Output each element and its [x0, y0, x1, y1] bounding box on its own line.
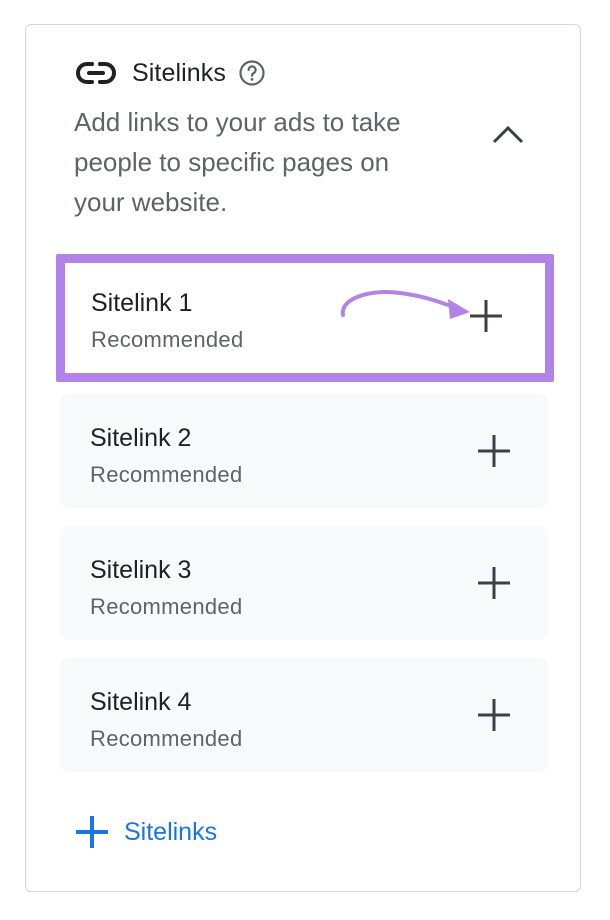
panel-description: Add links to your ads to take people to … [74, 107, 401, 217]
sitelink-name: Sitelink 1 [91, 289, 193, 317]
chevron-up-icon [492, 125, 524, 144]
sitelink-status: Recommended [90, 594, 243, 619]
collapse-button[interactable] [484, 112, 532, 156]
sitelink-item-3[interactable]: Sitelink 3 Recommended [60, 526, 548, 640]
plus-icon [478, 567, 510, 599]
help-icon[interactable] [238, 59, 266, 87]
sitelink-status: Recommended [91, 327, 244, 352]
sitelink-item-4[interactable]: Sitelink 4 Recommended [60, 658, 548, 772]
sitelink-name: Sitelink 2 [90, 424, 192, 452]
add-sitelink-4-button[interactable] [474, 695, 514, 735]
sitelink-name: Sitelink 3 [90, 556, 192, 584]
arrow-annotation [340, 290, 470, 319]
sitelink-item-1[interactable]: Sitelink 1 Recommended [56, 254, 554, 382]
panel-title: Sitelinks [132, 58, 226, 87]
add-sitelink-2-button[interactable] [474, 431, 514, 471]
plus-icon [76, 816, 108, 848]
sitelink-item-2[interactable]: Sitelink 2 Recommended [60, 394, 548, 508]
sitelink-name: Sitelink 4 [90, 688, 192, 716]
plus-icon [478, 435, 510, 467]
panel-header: Sitelinks [76, 56, 266, 90]
sitelink-status: Recommended [90, 462, 243, 487]
plus-icon [478, 699, 510, 731]
link-icon [76, 62, 116, 84]
add-sitelinks-label: Sitelinks [124, 817, 218, 846]
sitelink-status: Recommended [90, 726, 243, 751]
add-sitelinks-button[interactable]: Sitelinks [74, 812, 217, 852]
add-sitelink-3-button[interactable] [474, 563, 514, 603]
